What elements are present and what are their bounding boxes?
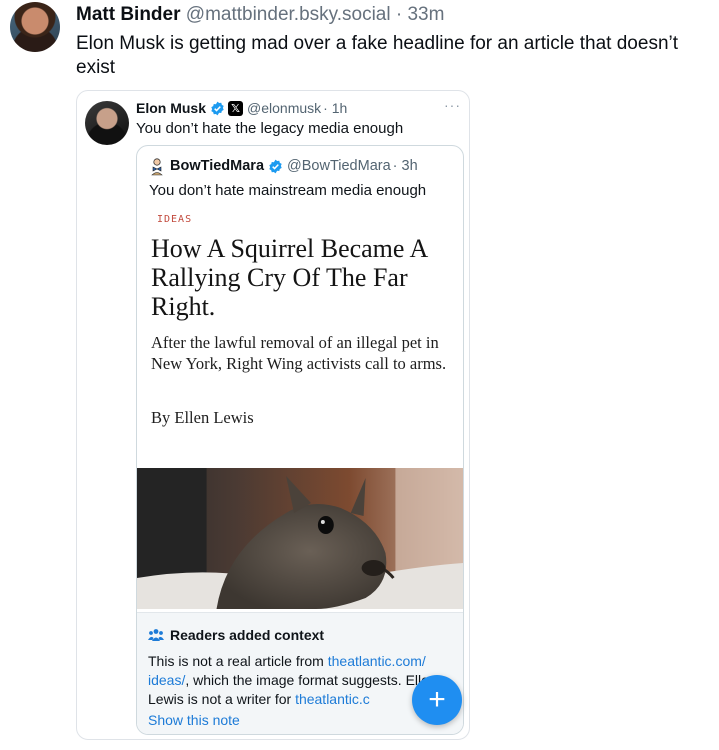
bowtie-avatar-icon: [151, 158, 163, 176]
show-note-link[interactable]: Show this note: [148, 712, 240, 728]
embed-text: You don’t hate the legacy media enough: [136, 120, 404, 137]
author-name[interactable]: Matt Binder: [76, 4, 181, 25]
author-avatar[interactable]: [10, 2, 60, 52]
x-logo-icon: 𝕏: [228, 100, 244, 116]
embed-time: · 1h: [323, 100, 348, 116]
context-body: This is not a real article from theatlan…: [148, 652, 448, 709]
article-image: IDEAS How A Squirrel Became A Rallying C…: [137, 208, 463, 464]
people-icon: [148, 629, 164, 641]
verified-badge-icon: [211, 101, 224, 115]
compose-button[interactable]: +: [412, 675, 462, 725]
embedded-image[interactable]: Elon Musk 𝕏 @elonmusk · 1h ··· You don’t…: [76, 90, 470, 740]
embed-handle: @elonmusk: [247, 100, 322, 116]
context-heading: Readers added context: [148, 627, 324, 643]
quote-time: · 3h: [392, 158, 418, 174]
squirrel-photo: [137, 468, 463, 609]
quoted-post: BowTiedMara @BowTiedMara · 3h You don’t …: [136, 145, 464, 735]
quote-author-name: BowTiedMara: [170, 158, 265, 174]
context-text-1: This is not a real article from: [148, 653, 328, 669]
quote-header: BowTiedMara @BowTiedMara · 3h: [170, 158, 418, 174]
context-heading-label: Readers added context: [170, 627, 325, 643]
verified-badge-icon: [269, 159, 282, 173]
author-handle[interactable]: @mattbinder.bsky.social: [186, 4, 391, 25]
readers-context-note: Readers added context This is not a real…: [137, 612, 463, 734]
more-icon: ···: [444, 97, 461, 113]
quote-text: You don’t hate mainstream media enough: [149, 182, 427, 199]
embed-author-name: Elon Musk: [136, 100, 207, 116]
embed-avatar: [85, 101, 129, 145]
article-subtitle: After the lawful removal of an illegal p…: [151, 333, 447, 373]
article-byline: By Ellen Lewis: [151, 408, 254, 427]
embed-header: Elon Musk 𝕏 @elonmusk · 1h: [136, 100, 347, 116]
post-text: Elon Musk is getting mad over a fake hea…: [76, 33, 679, 78]
post-time[interactable]: · 33m: [396, 4, 445, 25]
context-text-2: , which the image format suggests. Ellen…: [148, 672, 437, 707]
quote-handle: @BowTiedMara: [287, 158, 391, 174]
post-header: Matt Binder @mattbinder.bsky.social · 33…: [76, 4, 444, 26]
article-tag: IDEAS: [157, 214, 193, 225]
context-link-2[interactable]: theatlantic.c: [295, 691, 370, 707]
article-title: How A Squirrel Became A Rallying Cry Of …: [151, 234, 427, 321]
plus-icon: +: [428, 683, 446, 716]
